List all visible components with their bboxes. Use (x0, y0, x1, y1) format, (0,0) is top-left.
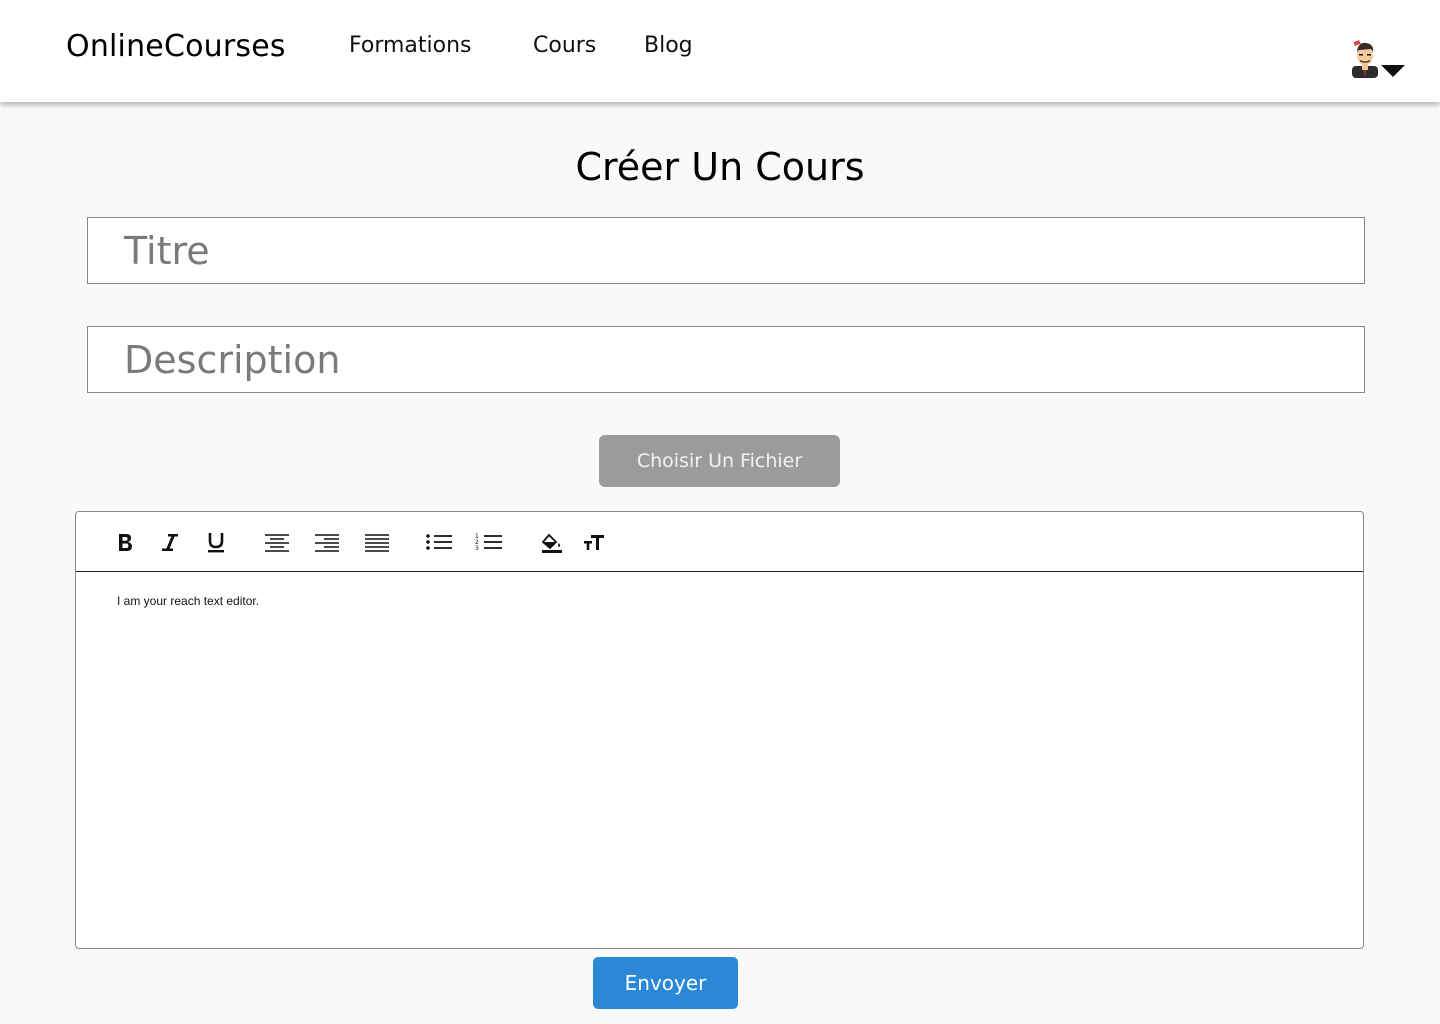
numbered-list-icon[interactable]: 123 (475, 528, 503, 556)
nav-link-formations[interactable]: Formations (349, 33, 472, 58)
fill-color-icon[interactable] (538, 528, 566, 556)
underline-icon[interactable] (202, 528, 230, 556)
top-nav-bar: OnlineCourses Formations Cours Blog (0, 0, 1440, 102)
choose-file-button[interactable]: Choisir Un Fichier (599, 435, 840, 487)
user-menu[interactable] (1350, 40, 1408, 80)
nav-link-blog[interactable]: Blog (644, 33, 693, 58)
font-size-icon[interactable] (580, 528, 608, 556)
bullet-list-icon[interactable] (425, 528, 453, 556)
page-title: Créer Un Cours (575, 145, 865, 189)
align-center-icon[interactable] (263, 528, 291, 556)
svg-text:3: 3 (475, 545, 479, 552)
brand-logo[interactable]: OnlineCourses (66, 29, 286, 64)
nav-link-cours[interactable]: Cours (533, 33, 596, 58)
align-right-icon[interactable] (313, 528, 341, 556)
submit-button[interactable]: Envoyer (593, 957, 738, 1009)
bold-icon[interactable] (111, 528, 139, 556)
user-avatar-icon[interactable] (1350, 40, 1380, 78)
rich-text-editor: 123 I am your reach text editor. (75, 511, 1364, 949)
caret-down-icon[interactable] (1380, 64, 1406, 78)
title-input[interactable] (87, 217, 1365, 284)
description-input[interactable] (87, 326, 1365, 393)
editor-toolbar: 123 (76, 512, 1363, 572)
editor-content[interactable]: I am your reach text editor. (117, 594, 259, 608)
italic-icon[interactable] (156, 528, 184, 556)
align-justify-icon[interactable] (363, 528, 391, 556)
